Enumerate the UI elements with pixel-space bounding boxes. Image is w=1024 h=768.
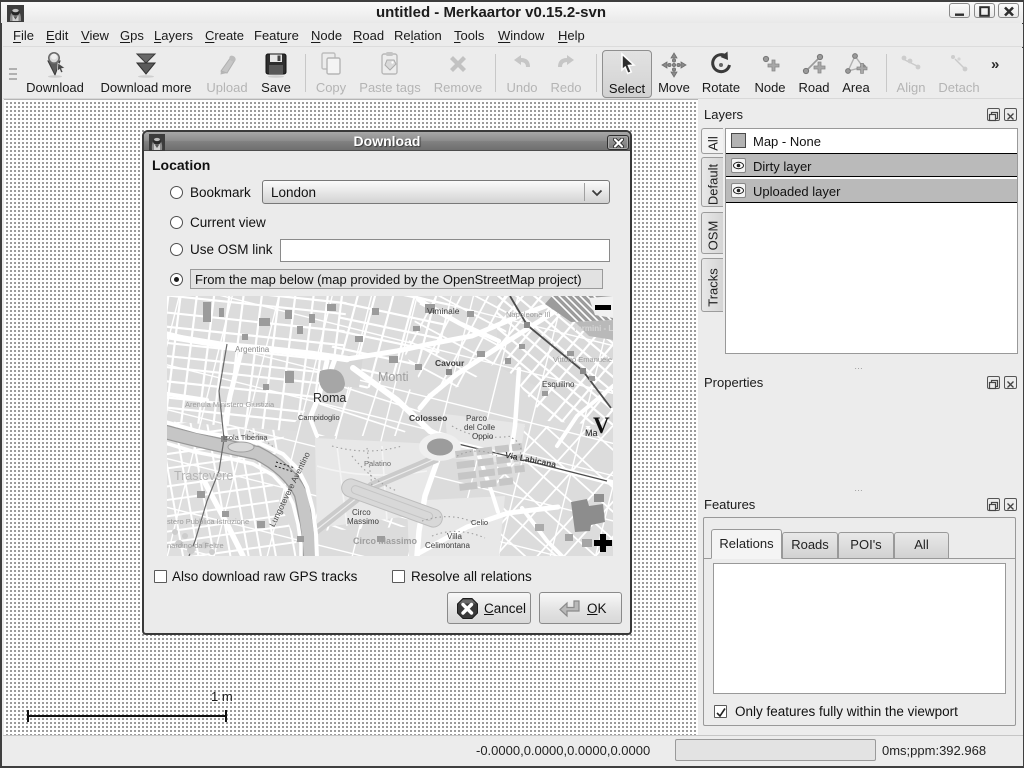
svg-text:Palatino: Palatino — [364, 459, 391, 468]
svg-text:Trastevere: Trastevere — [174, 469, 233, 483]
svg-text:Monti: Monti — [378, 370, 409, 384]
svg-text:Argentina: Argentina — [235, 345, 270, 354]
svg-text:V: V — [593, 413, 610, 438]
svg-text:Arenula Ministero Giustizia: Arenula Ministero Giustizia — [185, 400, 275, 409]
svg-text:Colosseo: Colosseo — [409, 413, 447, 423]
svg-text:nardino da Feltre: nardino da Feltre — [167, 541, 224, 550]
svg-text:Esquilino: Esquilino — [542, 380, 575, 389]
svg-text:Circo Massimo: Circo Massimo — [353, 536, 418, 546]
svg-text:Vittorio Emanuele: Vittorio Emanuele — [553, 355, 612, 364]
svg-text:Celio: Celio — [471, 518, 488, 527]
svg-text:Oppio: Oppio — [472, 432, 494, 441]
svg-text:Termini - La: Termini - La — [573, 324, 613, 333]
svg-text:Massimo: Massimo — [347, 517, 380, 526]
svg-text:stero Pubblica Istruzione: stero Pubblica Istruzione — [167, 517, 249, 526]
svg-text:Roma: Roma — [313, 391, 346, 405]
svg-text:Napoleone III: Napoleone III — [506, 310, 551, 319]
svg-text:Campidoglio: Campidoglio — [298, 413, 340, 422]
svg-text:Parco: Parco — [466, 414, 487, 423]
svg-text:Viminale: Viminale — [427, 306, 460, 316]
svg-text:Villa: Villa — [447, 532, 463, 541]
svg-text:Isola Tiberina: Isola Tiberina — [223, 433, 268, 442]
svg-text:Celimontana: Celimontana — [425, 541, 470, 550]
svg-text:Circo: Circo — [352, 508, 371, 517]
svg-text:del Colle: del Colle — [464, 423, 496, 432]
svg-text:Cavour: Cavour — [435, 358, 465, 368]
